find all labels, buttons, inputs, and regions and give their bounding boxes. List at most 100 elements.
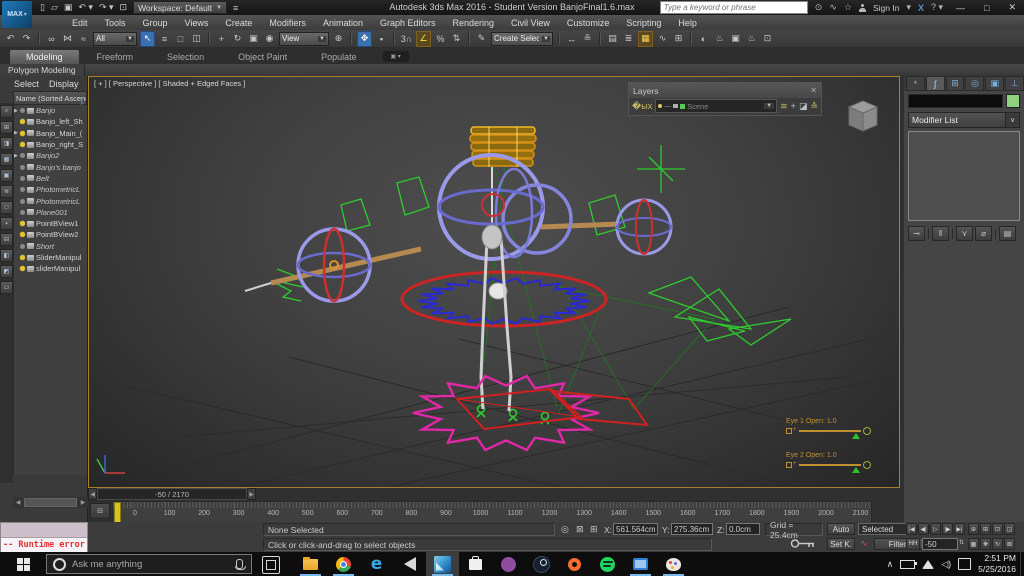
default-in-out-tangents-icon[interactable]: ∿ (860, 538, 868, 549)
zoom-icon[interactable]: ⊕ (968, 523, 979, 535)
autodesk-exchange-icon[interactable]: X (918, 3, 924, 13)
spinner-snap-toggle-icon[interactable]: ⇅ (450, 32, 463, 46)
workspace-menu-icon[interactable]: ≡ (233, 3, 238, 13)
select-by-name-icon[interactable]: ≡ (158, 32, 171, 46)
show-desktop-button[interactable] (1020, 552, 1024, 576)
redo-icon[interactable]: ↷ (20, 32, 33, 46)
viewport-label[interactable]: [ + ] [ Perspective ] [ Shaded + Edged F… (94, 79, 245, 88)
menu-edit[interactable]: Edit (72, 18, 88, 28)
open-file-icon[interactable]: ▱ (51, 2, 58, 13)
menu-customize[interactable]: Customize (567, 18, 610, 28)
selection-lock-icon[interactable]: ⊠ (576, 524, 584, 535)
set-current-layer-icon[interactable]: ≙ (810, 101, 818, 112)
explorer-tool-8-icon[interactable]: ▪ (0, 217, 13, 230)
orbit-icon[interactable]: ↻ (992, 538, 1003, 550)
visibility-bulb-icon[interactable] (20, 266, 25, 272)
unlink-selection-icon[interactable]: ⋈ (61, 32, 74, 46)
keyboard-shortcut-override-icon[interactable]: ▪ (375, 32, 388, 46)
edit-named-selection-sets-icon[interactable]: ✎ (475, 32, 488, 46)
explorer-row-pointbview2[interactable]: PointBView2 (14, 229, 87, 240)
explorer-row-banjo2[interactable]: ▶ Banjo2 (14, 150, 87, 161)
z-coordinate-field[interactable]: 0.0cm (726, 523, 760, 535)
modifier-list-dropdown[interactable]: Modifier List ∨ (908, 112, 1020, 128)
snaps-toggle-3d-icon[interactable]: 3∩ (400, 32, 413, 46)
toggle-layer-explorer-icon[interactable]: ≣ (622, 32, 635, 46)
auto-key-button[interactable]: Auto (827, 523, 855, 535)
explorer-row-banjo[interactable]: ▶ Banjo (14, 105, 87, 116)
help-icon[interactable]: ? ▾ (931, 2, 943, 13)
close-icon[interactable]: ✕ (810, 86, 817, 95)
current-layer-dropdown[interactable]: — Scene ▼ (655, 99, 778, 113)
explorer-column-header[interactable]: Name (Sorted Ascendi (13, 91, 87, 105)
taskbar-app-origin[interactable] (558, 552, 591, 576)
go-to-end-icon[interactable]: ▶| (954, 523, 965, 535)
select-and-rotate-icon[interactable]: ↻ (231, 32, 244, 46)
mirror-icon[interactable]: ↔ (565, 32, 578, 46)
panel-tab-modify-icon[interactable]: ∫ (925, 76, 945, 91)
visibility-bulb-icon[interactable] (20, 108, 25, 114)
3dsmax-app-button[interactable]: MAX (2, 1, 32, 28)
explorer-tool-2-icon[interactable]: ⊞ (0, 121, 13, 134)
explorer-row-pointbview1[interactable]: PointBView1 (14, 218, 87, 229)
pan-icon[interactable]: ✥ (980, 538, 991, 550)
menu-animation[interactable]: Animation (323, 18, 363, 28)
save-file-icon[interactable]: ▣ (64, 2, 73, 13)
explorer-tool-5-icon[interactable]: ▣ (0, 169, 13, 182)
show-end-result-icon[interactable]: ‖ (932, 226, 949, 241)
add-to-layer-icon[interactable]: + (791, 101, 796, 111)
workspace-dropdown[interactable]: Workspace: Default ▼ (133, 1, 228, 14)
taskbar-app-steam[interactable] (525, 552, 558, 576)
menu-scripting[interactable]: Scripting (626, 18, 661, 28)
open-mini-curve-editor-icon[interactable]: ⊟ (90, 503, 110, 519)
visibility-bulb-icon[interactable] (20, 221, 25, 227)
explorer-row-slidermanipul[interactable]: SliderManipul (14, 252, 87, 263)
taskbar-app-chrome[interactable] (327, 552, 360, 576)
favorites-star-icon[interactable]: ☆ (844, 2, 852, 13)
visibility-bulb-icon[interactable] (20, 153, 25, 159)
render-setup-icon[interactable]: ♨ (713, 32, 726, 46)
percent-snap-toggle-icon[interactable]: % (434, 32, 447, 46)
field-of-view-icon[interactable]: ◲ (1004, 523, 1015, 535)
remove-modifier-icon[interactable]: ⌀ (975, 226, 992, 241)
explorer-row-photometricl[interactable]: PhotometricL (14, 184, 87, 195)
maxscript-macro-row[interactable] (1, 523, 87, 538)
explorer-row-banjo-right-s[interactable]: Banjo_right_S (14, 139, 87, 150)
make-unique-icon[interactable]: ⋎ (956, 226, 973, 241)
frame-spinner[interactable]: ⇅ (959, 539, 964, 546)
material-editor-icon[interactable]: ◐ (697, 32, 710, 46)
angle-snap-toggle-icon[interactable]: ∠ (416, 30, 431, 47)
visibility-bulb-icon[interactable] (20, 175, 25, 181)
maximize-button[interactable]: □ (978, 3, 995, 13)
eye1-slider-manipulator[interactable]: Eye 1 Open: 1.0 + (786, 418, 876, 439)
taskbar-app-spotify[interactable] (591, 552, 624, 576)
menu-tools[interactable]: Tools (105, 18, 126, 28)
new-scene-icon[interactable]: ▯ (40, 2, 45, 13)
ribbon-tab-selection[interactable]: Selection (151, 50, 220, 64)
taskbar-app-mail-app[interactable] (624, 552, 657, 576)
configure-modifier-sets-icon[interactable]: ▤ (999, 226, 1016, 241)
curve-editor-icon[interactable]: ∿ (656, 32, 669, 46)
explorer-tool-1-icon[interactable]: ⌕ (0, 105, 13, 118)
action-center-icon[interactable] (958, 558, 972, 570)
explorer-row-banjo-main-[interactable]: ▶ Banjo_Main_( (14, 128, 87, 139)
next-frame-icon[interactable]: |▶ (942, 523, 953, 535)
visibility-bulb-icon[interactable] (20, 130, 25, 136)
explorer-tool-10-icon[interactable]: ◧ (0, 249, 13, 262)
explorer-row-photometricl[interactable]: PhotometricL (14, 195, 87, 206)
ribbon-tab-object-paint[interactable]: Object Paint (222, 50, 303, 64)
menu-views[interactable]: Views (185, 18, 209, 28)
align-icon[interactable]: ≞ (581, 32, 594, 46)
project-folder-icon[interactable]: ⊡ (120, 2, 128, 13)
time-ruler-strip[interactable]: 0 100 200 300 400 500 600 700 800 900 1000 1100 1200… (112, 501, 872, 524)
polygon-modeling-panel[interactable]: Polygon Modeling (0, 64, 85, 76)
taskbar-app-3ds-max[interactable] (426, 552, 459, 576)
select-object-icon[interactable]: ↖ (140, 30, 155, 47)
key-mode-toggle[interactable]: HH (906, 538, 920, 550)
keyword-search-input[interactable] (659, 1, 808, 14)
visibility-bulb-icon[interactable] (20, 243, 25, 249)
communication-center-icon[interactable]: ∿ (829, 2, 837, 13)
viewcube[interactable] (841, 93, 885, 137)
ribbon-tab-modeling[interactable]: Modeling (10, 50, 79, 64)
menu-modifiers[interactable]: Modifiers (269, 18, 306, 28)
panel-tab-display-icon[interactable]: ▣ (985, 76, 1005, 91)
